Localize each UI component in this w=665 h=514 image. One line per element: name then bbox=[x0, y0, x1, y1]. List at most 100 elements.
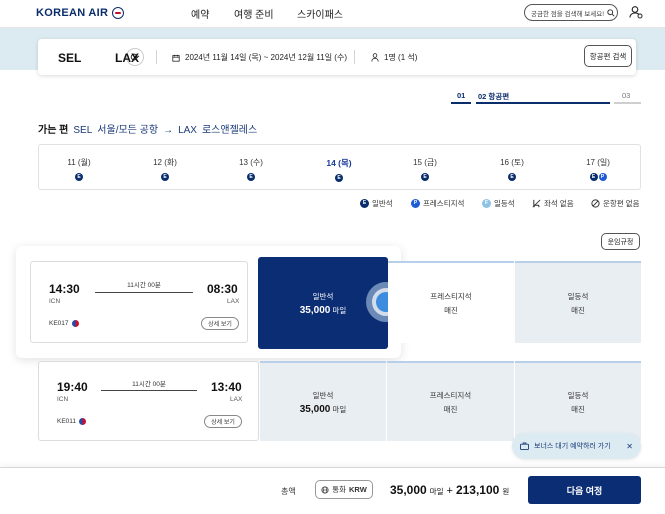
seat-class-badges: E bbox=[309, 174, 369, 182]
step-progress-bar-3 bbox=[614, 102, 641, 104]
dates-text: 2024년 11월 14일 (목) ~ 2024년 12월 11일 (수) bbox=[185, 53, 347, 62]
flight-info-card[interactable]: 19:40 ICN 11시간 00분 13:40 LAX KE011 상세 보기 bbox=[38, 361, 259, 441]
divider bbox=[156, 50, 157, 64]
fare-class-name: 일반석 bbox=[312, 390, 334, 400]
flight-detail-button[interactable]: 상세 보기 bbox=[201, 317, 239, 330]
currency-selector[interactable]: 통화 KRW bbox=[315, 480, 373, 499]
fare-prestige[interactable]: 프레스티지석 매진 bbox=[387, 361, 514, 441]
fare-miles: 35,000 bbox=[299, 403, 331, 415]
fare-rules-button[interactable]: 운임규정 bbox=[601, 233, 640, 250]
person-icon bbox=[371, 53, 379, 62]
legend-no-seat-label: 좌석 없음 bbox=[544, 199, 574, 208]
prestige-badge-icon: P bbox=[411, 199, 420, 208]
legend-no-seat: 좌석 없음 bbox=[532, 198, 574, 209]
origin-code[interactable]: SEL bbox=[58, 51, 81, 65]
legend-economy: E 일반석 bbox=[360, 198, 393, 209]
korean-air-logo[interactable]: KOREAN AIR bbox=[36, 7, 125, 19]
departure-airport: ICN bbox=[49, 298, 61, 305]
date-option[interactable]: 12 (화) E bbox=[135, 157, 195, 181]
passenger-text: 1명 (1 석) bbox=[384, 53, 418, 62]
calendar-icon bbox=[172, 54, 180, 62]
close-icon[interactable]: ✕ bbox=[626, 442, 633, 451]
fare-economy[interactable]: 일반석 35,000 마일 bbox=[260, 361, 386, 441]
seat-class-badges: E bbox=[221, 173, 281, 181]
flight-search-button[interactable]: 항공편 검색 bbox=[584, 45, 632, 67]
fare-first[interactable]: 일등석 매진 bbox=[515, 361, 641, 441]
legend-no-flight: 운항편 없음 bbox=[591, 198, 640, 209]
fare-price: 35,000 마일 bbox=[300, 404, 347, 415]
travel-dates[interactable]: 2024년 11월 14일 (목) ~ 2024년 12월 11일 (수) bbox=[172, 52, 347, 63]
seat-class-badges: E bbox=[135, 173, 195, 181]
plus-sign: + bbox=[446, 485, 453, 497]
user-account-icon[interactable] bbox=[629, 5, 643, 19]
fare-status: 매진 bbox=[571, 305, 585, 315]
korean-air-carrier-icon bbox=[71, 320, 79, 327]
arrival-airport: LAX bbox=[230, 396, 243, 403]
miles-unit: 마일 bbox=[429, 487, 444, 496]
total-label: 총액 bbox=[281, 487, 296, 496]
flight-number-text: KE011 bbox=[57, 418, 77, 425]
date-label: 16 (토) bbox=[500, 158, 524, 167]
flight-number: KE017 bbox=[49, 320, 79, 327]
fare-prestige[interactable]: 프레스티지석 매진 bbox=[388, 261, 514, 343]
date-label: 14 (목) bbox=[326, 158, 352, 168]
korean-air-carrier-icon bbox=[79, 418, 87, 425]
destination-code[interactable]: LAX bbox=[115, 51, 139, 65]
seat-class-badges: E bbox=[395, 173, 455, 181]
flight-path-arrow bbox=[101, 390, 197, 391]
next-journey-button[interactable]: 다음 여정 bbox=[528, 476, 641, 504]
prestige-badge-icon: P bbox=[598, 173, 607, 181]
route-dest-code: LAX bbox=[178, 125, 197, 136]
divider bbox=[354, 50, 355, 64]
date-label: 17 (일) bbox=[586, 158, 610, 167]
route-arrow-icon: → bbox=[163, 125, 174, 136]
search-summary-card: SEL ⟳ LAX 2024년 11월 14일 (목) ~ 2024년 12월 … bbox=[38, 39, 636, 75]
fare-first[interactable]: 일등석 매진 bbox=[515, 261, 641, 343]
nav-item-travel-prep[interactable]: 여행 준비 bbox=[234, 6, 274, 21]
currency-value: KRW bbox=[349, 485, 367, 494]
top-navigation-bar: KOREAN AIR 예약 여행 준비 스카이패스 궁금한 점을 검색해 보세요… bbox=[0, 0, 665, 28]
step-progress-bar-1 bbox=[451, 102, 471, 104]
fare-class-name: 일반석 bbox=[312, 291, 334, 301]
step-label-current: 02 항공편 bbox=[478, 92, 510, 101]
fare-miles: 35,000 bbox=[299, 304, 331, 316]
fare-class-name: 일등석 bbox=[567, 390, 589, 400]
date-option[interactable]: 17 (일) E P bbox=[568, 157, 628, 181]
date-option[interactable]: 15 (금) E bbox=[395, 157, 455, 181]
briefcase-icon bbox=[520, 442, 529, 450]
departure-airport: ICN bbox=[57, 396, 69, 403]
economy-badge-icon: E bbox=[508, 173, 516, 181]
departure-time: 14:30 bbox=[49, 282, 80, 296]
currency-label: 통화 bbox=[332, 485, 347, 494]
seat-class-badges: E bbox=[482, 173, 542, 181]
date-option[interactable]: 14 (목) E bbox=[309, 157, 369, 182]
search-placeholder: 궁금한 점을 검색해 보세요! bbox=[531, 10, 605, 18]
legend-no-flight-label: 운항편 없음 bbox=[603, 199, 640, 208]
date-option[interactable]: 16 (토) E bbox=[482, 157, 542, 181]
passenger-count[interactable]: 1명 (1 석) bbox=[371, 52, 417, 63]
taeguk-logo-icon bbox=[112, 7, 125, 19]
nav-item-booking[interactable]: 예약 bbox=[191, 6, 209, 21]
legend-first-label: 일등석 bbox=[494, 199, 515, 208]
date-selector-strip: 11 (월) E 12 (화) E 13 (수) E 14 (목) E 15 (금) E 16 (토… bbox=[38, 144, 641, 190]
total-miles: 35,000 bbox=[390, 483, 427, 497]
date-option[interactable]: 13 (수) E bbox=[221, 157, 281, 181]
date-option[interactable]: 11 (월) E bbox=[49, 157, 109, 181]
toast-text: 보너스 대기 예약하러 가기 bbox=[534, 443, 611, 450]
total-price: 35,000 마일 + 213,100 원 bbox=[390, 483, 509, 497]
site-search-input[interactable]: 궁금한 점을 검색해 보세요! bbox=[524, 4, 618, 21]
seat-class-badges: EP bbox=[568, 173, 628, 181]
fare-class-name: 일등석 bbox=[567, 291, 589, 301]
bonus-waitlist-toast[interactable]: 보너스 대기 예약하러 가기 ✕ bbox=[512, 433, 641, 459]
flight-number-text: KE017 bbox=[49, 320, 69, 327]
fare-class-name: 프레스티지석 bbox=[430, 291, 472, 301]
departure-time: 19:40 bbox=[57, 380, 88, 394]
flight-detail-button[interactable]: 상세 보기 bbox=[204, 415, 242, 428]
flight-info-card[interactable]: 14:30 ICN 11시간 00분 08:30 LAX KE017 상세 보기 bbox=[30, 261, 248, 343]
flight-duration: 11시간 00분 bbox=[127, 282, 161, 289]
step-number-current: 01 bbox=[457, 91, 466, 100]
arrival-time: 13:40 bbox=[211, 380, 242, 394]
nav-item-skypass[interactable]: 스카이패스 bbox=[297, 6, 343, 21]
date-label: 15 (금) bbox=[413, 158, 437, 167]
fare-class-name: 프레스티지석 bbox=[429, 390, 472, 400]
